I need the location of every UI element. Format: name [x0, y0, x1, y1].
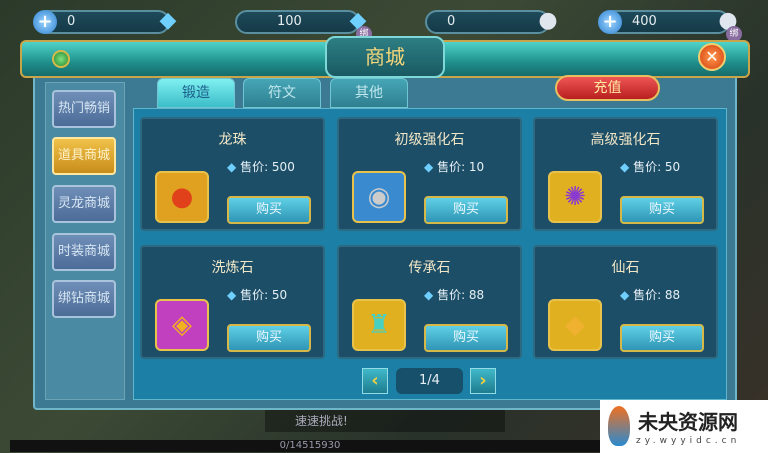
item-card: 仙石 ◆ ◆ 售价: 88 购买 [533, 245, 718, 359]
close-button[interactable]: ✕ [698, 43, 726, 71]
item-card: 高级强化石 ✺ ◆ 售价: 50 购买 [533, 117, 718, 231]
diamond-icon: ◆ [424, 160, 434, 174]
buy-button[interactable]: 购买 [424, 196, 508, 224]
diamond-icon: ◆ [620, 160, 630, 174]
sidebar-item-bound-diamond[interactable]: 绑钻商城 [52, 280, 116, 318]
tab-forge[interactable]: 锻造 [157, 78, 235, 108]
prev-page-button[interactable]: ‹ [362, 368, 388, 394]
diamond-icon: ◆ [227, 288, 237, 302]
watermark-name: 未央资源网 [638, 410, 738, 434]
buy-button[interactable]: 购买 [620, 324, 704, 352]
item-icon[interactable]: ◆ [548, 299, 602, 351]
sidebar-item-fashion[interactable]: 时装商城 [52, 233, 116, 271]
watermark-url: zy.wyyidc.cn [636, 436, 741, 446]
buy-button[interactable]: 购买 [424, 324, 508, 352]
item-card: 传承石 ♜ ◆ 售价: 88 购买 [337, 245, 522, 359]
item-card: 龙珠 ● ◆ 售价: 500 购买 [140, 117, 325, 231]
sidebar-item-dragon[interactable]: 灵龙商城 [52, 185, 116, 223]
item-price: ◆ 售价: 500 [227, 160, 295, 174]
buy-button[interactable]: 购买 [620, 196, 704, 224]
challenge-banner[interactable]: 速速挑战! [265, 410, 505, 432]
diamond-icon: ◆ [227, 160, 237, 174]
gem-ornament-icon [52, 50, 70, 68]
next-page-button[interactable]: › [470, 368, 496, 394]
tab-rune[interactable]: 符文 [243, 78, 321, 108]
recharge-button[interactable]: 充值 [555, 75, 660, 101]
item-price: ◆ 售价: 88 [424, 288, 485, 302]
item-icon[interactable]: ◈ [155, 299, 209, 351]
item-name: 高级强化石 [590, 132, 661, 148]
page-indicator: 1/4 [396, 368, 463, 394]
item-price: ◆ 售价: 50 [620, 160, 681, 174]
flame-logo-icon [608, 406, 630, 446]
item-name: 传承石 [408, 260, 451, 276]
exp-bar: 0/14515930 [10, 440, 610, 452]
item-price: ◆ 售价: 88 [620, 288, 681, 302]
item-name: 洗炼石 [211, 260, 254, 276]
item-icon[interactable]: ♜ [352, 299, 406, 351]
sidebar-item-props[interactable]: 道具商城 [52, 137, 116, 175]
item-price: ◆ 售价: 50 [227, 288, 288, 302]
item-icon[interactable]: ◉ [352, 171, 406, 223]
item-name: 仙石 [611, 260, 640, 276]
item-name: 龙珠 [218, 132, 247, 148]
diamond-icon: ◆ [620, 288, 630, 302]
watermark: 未央资源网 zy.wyyidc.cn [600, 400, 768, 453]
buy-button[interactable]: 购买 [227, 196, 311, 224]
tab-other[interactable]: 其他 [330, 78, 408, 108]
sidebar-item-hot[interactable]: 热门畅销 [52, 90, 116, 128]
page-title: 商城 [325, 36, 445, 78]
item-icon[interactable]: ✺ [548, 171, 602, 223]
buy-button[interactable]: 购买 [227, 324, 311, 352]
item-price: ◆ 售价: 10 [424, 160, 485, 174]
item-card: 初级强化石 ◉ ◆ 售价: 10 购买 [337, 117, 522, 231]
item-name: 初级强化石 [394, 132, 465, 148]
item-card: 洗炼石 ◈ ◆ 售价: 50 购买 [140, 245, 325, 359]
item-icon[interactable]: ● [155, 171, 209, 223]
diamond-icon: ◆ [424, 288, 434, 302]
